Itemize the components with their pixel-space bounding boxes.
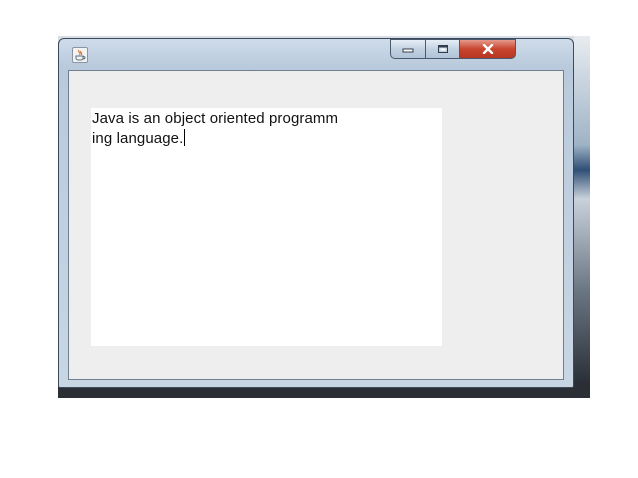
desktop-edge [574, 36, 590, 398]
text-area[interactable]: Java is an object oriented programm ing … [91, 108, 442, 346]
close-icon [482, 44, 493, 54]
text-line-1: Java is an object oriented programm [92, 110, 339, 127]
maximize-icon [437, 45, 448, 53]
app-window: Java is an object oriented programm ing … [58, 38, 574, 388]
text-line-2: ing language. [92, 129, 441, 149]
close-button[interactable] [460, 39, 516, 59]
maximize-button[interactable] [426, 39, 460, 59]
content-pane: Java is an object oriented programm ing … [68, 70, 564, 380]
minimize-icon [402, 48, 414, 53]
screenshot-page: Java is an object oriented programm ing … [0, 0, 638, 478]
minimize-button[interactable] [390, 39, 426, 59]
title-bar[interactable] [59, 39, 573, 69]
text-line-2-content: ing language. [92, 130, 184, 147]
text-caret [184, 129, 186, 146]
java-cup-icon[interactable] [72, 47, 88, 63]
